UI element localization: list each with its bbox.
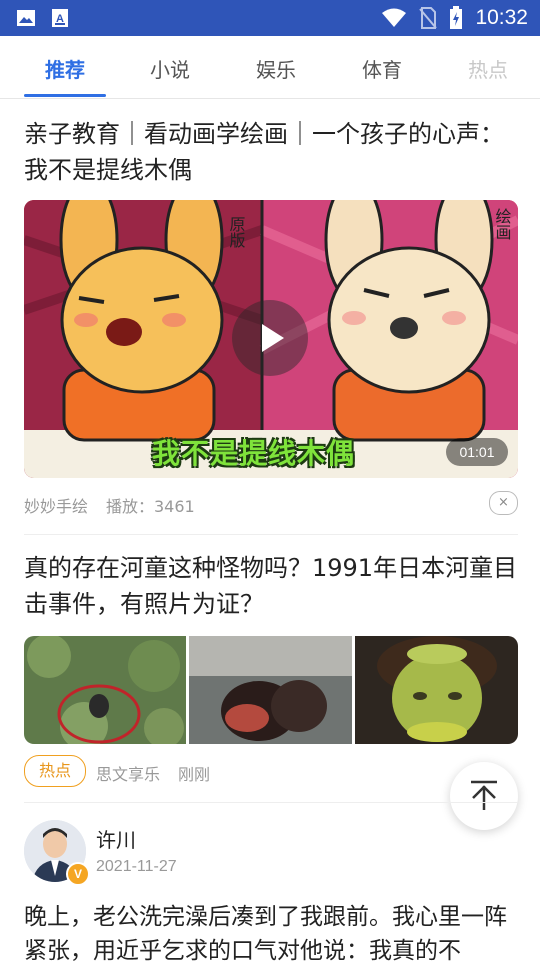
article-image-2[interactable]: [189, 636, 352, 744]
article-author[interactable]: 妙妙手绘: [24, 493, 88, 517]
post-body[interactable]: 晚上，老公洗完澡后凑到了我跟前。我心里一阵紧张，用近乎乞求的口气对他说：我真的不: [24, 900, 520, 968]
divider: [24, 534, 518, 535]
article-title[interactable]: 真的存在河童这种怪物吗？1991年日本河童目击事件，有照片为证？: [24, 550, 520, 622]
tab-hot[interactable]: 热点: [468, 54, 508, 83]
dismiss-button[interactable]: ×: [489, 491, 518, 515]
no-sim-icon: [419, 7, 438, 29]
back-to-top-button[interactable]: [450, 762, 518, 830]
battery-charging-icon: [450, 6, 463, 29]
clock: 10:32: [475, 6, 528, 29]
status-bar: A 10:32: [0, 0, 540, 36]
article-title[interactable]: 亲子教育｜看动画学绘画｜一个孩子的心声：我不是提线木偶: [24, 116, 520, 188]
post-author-name[interactable]: 许川: [96, 824, 136, 853]
article-play-count: 播放：3461: [106, 497, 195, 516]
video-duration: 01:01: [446, 438, 508, 466]
play-icon: [262, 324, 284, 352]
article-image-3[interactable]: [355, 636, 518, 744]
article-image-1[interactable]: [24, 636, 186, 744]
verified-badge: V: [66, 862, 90, 886]
arrow-up-icon: [471, 780, 497, 810]
tab-sports[interactable]: 体育: [362, 54, 402, 83]
category-tabs: 推荐 小说 娱乐 体育 热点: [0, 36, 540, 99]
post-date: 2021-11-27: [96, 858, 177, 875]
video-right-label: 绘画: [493, 208, 512, 240]
video-left-label: 原版: [227, 216, 246, 248]
a-notification-icon: A: [52, 9, 68, 27]
tab-entertainment[interactable]: 娱乐: [256, 54, 296, 83]
wifi-icon: [382, 8, 407, 27]
article-time: 刚刚: [178, 765, 211, 784]
article-source[interactable]: 思文享乐: [96, 761, 160, 785]
video-subtitle: 我不是提线木偶: [152, 437, 356, 470]
gallery-icon: [17, 10, 35, 26]
active-tab-indicator: [24, 94, 106, 97]
divider: [24, 802, 518, 803]
tab-recommended[interactable]: 推荐: [45, 54, 85, 83]
hot-tag: 热点: [24, 755, 86, 787]
tab-novel[interactable]: 小说: [150, 54, 190, 83]
play-button[interactable]: [232, 300, 308, 376]
